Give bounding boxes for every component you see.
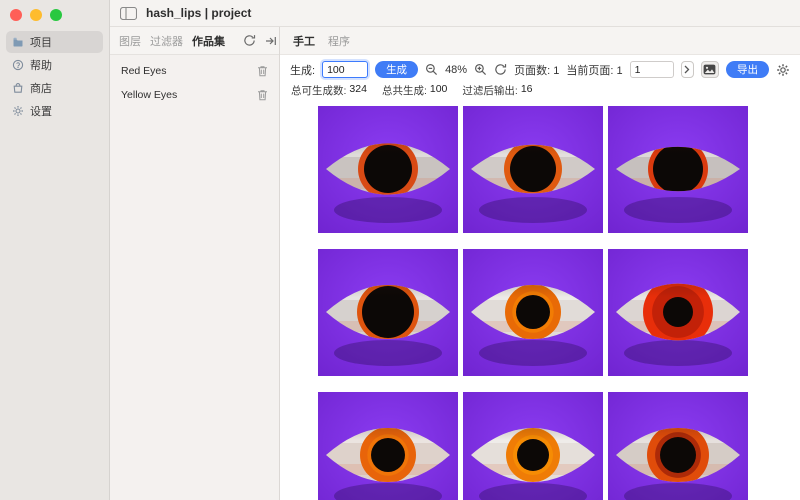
collection-name: Yellow Eyes (121, 89, 177, 101)
stat-filtered-output: 过滤后输出:16 (462, 83, 532, 98)
grid-cell[interactable] (318, 392, 458, 500)
sidebar-item-label: 商店 (30, 80, 52, 96)
close-window-button[interactable] (10, 9, 22, 21)
stat-total-generated: 总共生成:100 (382, 83, 447, 98)
app-window: 项目 帮助 商店 设置 hash_lips | project (0, 0, 800, 500)
sidebar-nav: 项目 帮助 商店 设置 (0, 29, 109, 124)
main-header: 手工 程序 (280, 27, 800, 55)
traffic-lights (0, 0, 109, 29)
zoom-in-icon[interactable] (474, 63, 487, 76)
page-number-input[interactable] (630, 61, 674, 78)
refresh-icon[interactable] (243, 34, 256, 47)
sidebar-item-label: 帮助 (30, 57, 52, 73)
pages-label: 页面数: 1 (514, 62, 559, 78)
export-button[interactable]: 导出 (726, 61, 769, 78)
grid-cell[interactable] (463, 392, 603, 500)
next-page-button[interactable] (681, 61, 694, 78)
store-icon (12, 82, 24, 94)
zoom-level: 48% (445, 64, 467, 76)
reload-grid-icon[interactable] (494, 63, 507, 76)
sidebar: 项目 帮助 商店 设置 (0, 0, 110, 500)
sidebar-item-project[interactable]: 项目 (6, 31, 103, 53)
panel-header: 图层 过滤器 作品集 (110, 27, 279, 55)
zoom-out-icon[interactable] (425, 63, 438, 76)
sidebar-item-store[interactable]: 商店 (6, 77, 103, 99)
list-item[interactable]: Yellow Eyes (110, 83, 279, 107)
trash-icon[interactable] (257, 89, 268, 101)
grid-cell[interactable] (608, 392, 748, 500)
minimize-window-button[interactable] (30, 9, 42, 21)
project-icon (12, 36, 24, 48)
fullscreen-window-button[interactable] (50, 9, 62, 21)
grid-cell[interactable] (318, 106, 458, 233)
grid-cell[interactable] (608, 249, 748, 376)
settings-gear-icon (12, 105, 24, 117)
sidebar-toggle-icon[interactable] (120, 7, 137, 20)
tab-layers[interactable]: 图层 (119, 33, 141, 49)
sidebar-item-label: 设置 (30, 103, 52, 119)
stat-total-possible: 总可生成数:324 (291, 83, 367, 98)
right-pane: hash_lips | project 图层 过滤器 作品集 (110, 0, 800, 500)
tab-collections[interactable]: 作品集 (192, 33, 225, 49)
content: 图层 过滤器 作品集 Red Eyes (110, 27, 800, 500)
window-title: hash_lips | project (146, 6, 251, 20)
image-grid (280, 103, 800, 500)
grid-cell[interactable] (463, 249, 603, 376)
tab-manual[interactable]: 手工 (293, 33, 315, 49)
grid-cell[interactable] (608, 106, 748, 233)
sidebar-item-settings[interactable]: 设置 (6, 100, 103, 122)
generation-stats: 总可生成数:324 总共生成:100 过滤后输出:16 (280, 80, 800, 103)
current-page-label: 当前页面: 1 (566, 62, 622, 78)
collections-list: Red Eyes Yellow Eyes (110, 55, 279, 111)
generate-label: 生成: (290, 62, 315, 78)
sidebar-item-label: 项目 (30, 34, 52, 50)
main-area: 手工 程序 生成: 生成 48% (280, 27, 800, 500)
help-icon (12, 59, 24, 71)
preview-image-button[interactable] (701, 61, 719, 78)
grid-cell[interactable] (463, 106, 603, 233)
tab-program[interactable]: 程序 (328, 33, 350, 49)
collection-name: Red Eyes (121, 65, 167, 77)
collections-panel: 图层 过滤器 作品集 Red Eyes (110, 27, 280, 500)
sidebar-item-help[interactable]: 帮助 (6, 54, 103, 76)
gear-icon[interactable] (776, 63, 790, 77)
titlebar: hash_lips | project (110, 0, 800, 27)
generate-button[interactable]: 生成 (375, 61, 418, 78)
generation-toolbar: 生成: 生成 48% 页面数: 1 当前页面: 1 (280, 55, 800, 80)
tab-filters[interactable]: 过滤器 (150, 33, 183, 49)
pin-panel-icon[interactable] (265, 35, 277, 47)
generate-count-input[interactable] (322, 61, 368, 78)
grid-cell[interactable] (318, 249, 458, 376)
list-item[interactable]: Red Eyes (110, 59, 279, 83)
trash-icon[interactable] (257, 65, 268, 77)
